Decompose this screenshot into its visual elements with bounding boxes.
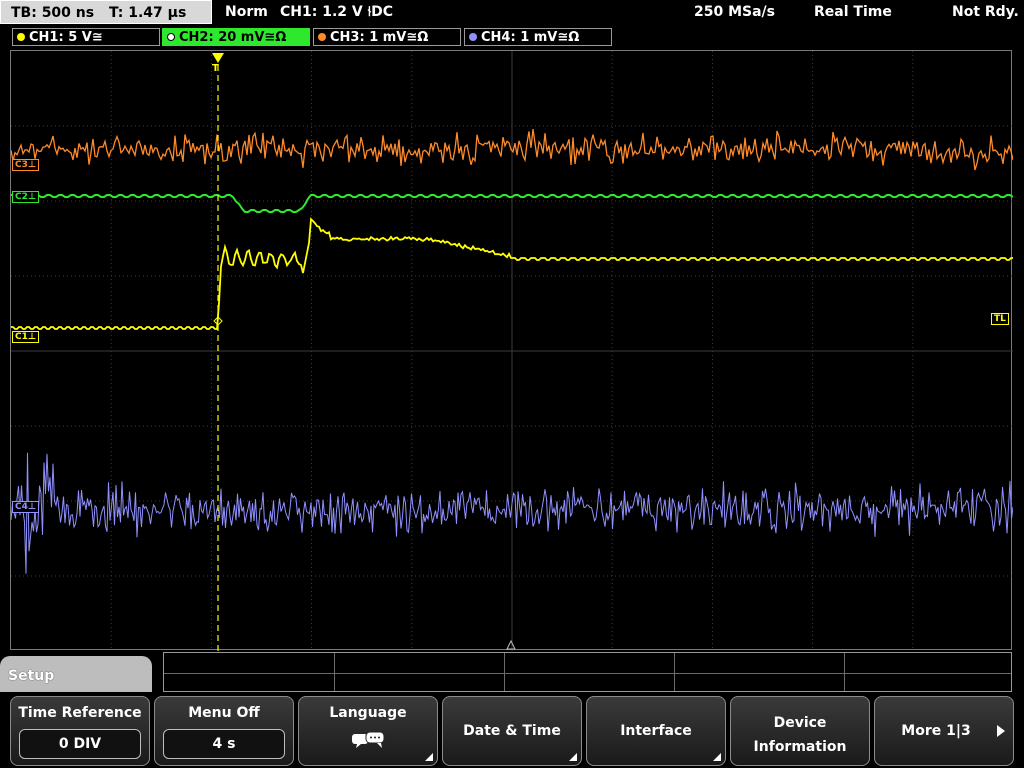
softkey-label: Date & Time xyxy=(463,723,561,739)
timebase-value: TB: 500 ns xyxy=(11,5,95,21)
trigger-time-value: T: 1.47 µs xyxy=(108,5,187,21)
waveform-display[interactable]: T C3⊥ C2⊥ C1⊥ C4⊥ TL xyxy=(10,50,1013,651)
trigger-marker-icon[interactable] xyxy=(212,53,224,63)
ch1-offset-marker[interactable]: C1⊥ xyxy=(12,331,40,343)
trigger-level-marker[interactable]: TL xyxy=(991,313,1009,325)
softkey-label: Device xyxy=(773,715,827,731)
trigger-marker-label: T xyxy=(212,63,219,74)
channel-label: CH2: 20 mV≅Ω xyxy=(179,30,287,45)
ch3-color-dot xyxy=(318,33,326,41)
date-time-softkey[interactable]: Date & Time xyxy=(442,696,582,766)
trigger-mode[interactable]: Norm xyxy=(225,0,268,24)
menu-off-value[interactable]: 4 s xyxy=(163,729,285,759)
ch2-color-dot xyxy=(167,33,175,41)
trigger-source[interactable]: CH1: 1.2 V ⫮DC xyxy=(280,0,393,24)
channel-label: CH3: 1 mV≅Ω xyxy=(330,30,429,45)
sample-rate: 250 MSa/s xyxy=(694,4,776,20)
channel-tab-ch2[interactable]: CH2: 20 mV≅Ω xyxy=(162,28,310,46)
menu-header-bar xyxy=(163,652,1012,692)
softkey-label: More 1|3 xyxy=(901,723,971,739)
speech-bubble-icon xyxy=(352,731,385,748)
channel-tab-ch4[interactable]: CH4: 1 mV≅Ω xyxy=(464,28,612,46)
channel-label: CH1: 5 V≅ xyxy=(29,30,103,45)
submenu-indicator-icon xyxy=(713,753,721,761)
ch2-offset-marker[interactable]: C2⊥ xyxy=(12,191,40,203)
graticule xyxy=(11,51,1013,651)
channel-label: CH4: 1 mV≅Ω xyxy=(481,30,580,45)
trigger-state: Not Rdy. xyxy=(952,4,1019,20)
submenu-indicator-icon xyxy=(569,753,577,761)
channel-tab-ch1[interactable]: CH1: 5 V≅ xyxy=(12,28,160,46)
ch3-offset-marker[interactable]: C3⊥ xyxy=(12,159,40,171)
ch1-color-dot xyxy=(17,33,25,41)
timebase-box[interactable]: TB: 500 ns T: 1.47 µs xyxy=(0,0,212,24)
softkey-label: Interface xyxy=(620,723,692,739)
more-softkey[interactable]: More 1|3 xyxy=(874,696,1014,766)
next-page-arrow-icon xyxy=(997,725,1005,737)
time-reference-value[interactable]: 0 DIV xyxy=(19,729,141,759)
status-bar: TB: 500 ns T: 1.47 µs Norm CH1: 1.2 V ⫮D… xyxy=(0,0,1024,26)
ch4-offset-marker[interactable]: C4⊥ xyxy=(12,501,40,513)
channel-tab-ch3[interactable]: CH3: 1 mV≅Ω xyxy=(313,28,461,46)
language-softkey[interactable]: Language xyxy=(298,696,438,766)
setup-menu-tab: Setup xyxy=(0,656,152,692)
softkey-label: Language xyxy=(329,705,407,721)
time-reference-icon xyxy=(506,639,516,650)
acquisition-mode: Real Time xyxy=(814,4,892,20)
time-reference-softkey[interactable]: Time Reference 0 DIV xyxy=(10,696,150,766)
softkey-label-line2: Information xyxy=(753,739,847,755)
menu-off-softkey[interactable]: Menu Off 4 s xyxy=(154,696,294,766)
waveform-canvas xyxy=(11,51,1013,651)
softkey-label: Menu Off xyxy=(188,705,260,721)
device-information-softkey[interactable]: Device Information xyxy=(730,696,870,766)
submenu-indicator-icon xyxy=(425,753,433,761)
ch4-color-dot xyxy=(469,33,477,41)
interface-softkey[interactable]: Interface xyxy=(586,696,726,766)
menu-title: Setup xyxy=(8,668,55,684)
softkey-label: Time Reference xyxy=(18,705,142,721)
